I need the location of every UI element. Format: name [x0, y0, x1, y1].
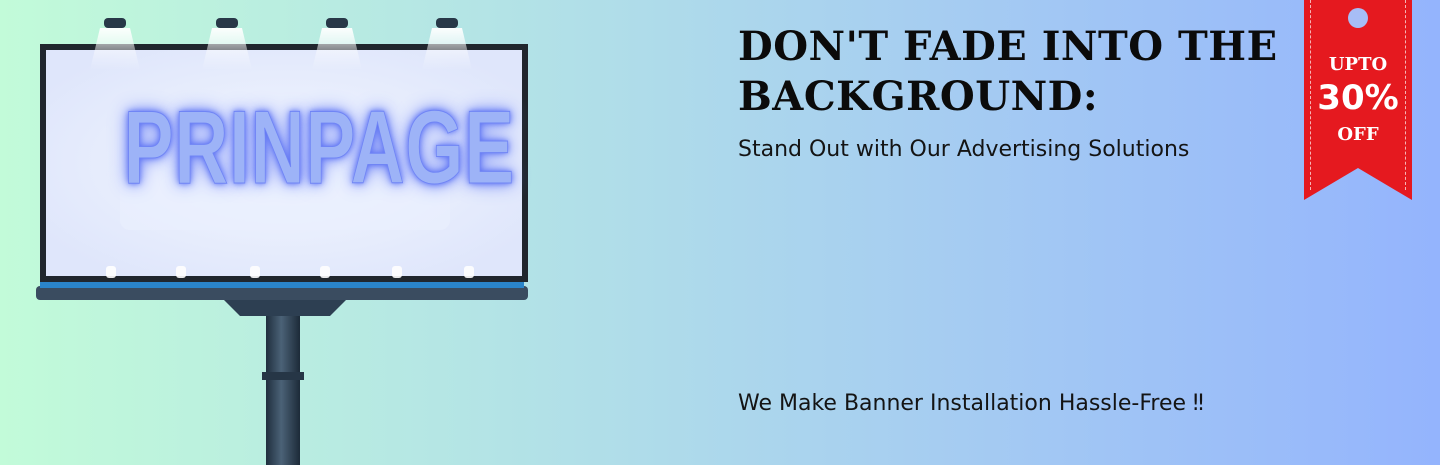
page-headline: DON'T FADE INTO THE BACKGROUND: — [738, 23, 1278, 120]
ribbon-discount-text: 30% — [1317, 78, 1399, 118]
billboard-icon — [36, 18, 528, 465]
page-tagline: We Make Banner Installation Hassle-Free … — [738, 391, 1204, 416]
page-subheadline: Stand Out with Our Advertising Solutions — [738, 137, 1190, 162]
ribbon-upto-text: UPTO — [1328, 54, 1388, 75]
billboard-image: PRINPAGE — [0, 0, 560, 465]
ribbon-hole-icon — [1348, 8, 1368, 28]
billboard-brand-text: PRINPAGE — [123, 90, 515, 206]
ribbon-off-text: OFF — [1337, 124, 1379, 145]
